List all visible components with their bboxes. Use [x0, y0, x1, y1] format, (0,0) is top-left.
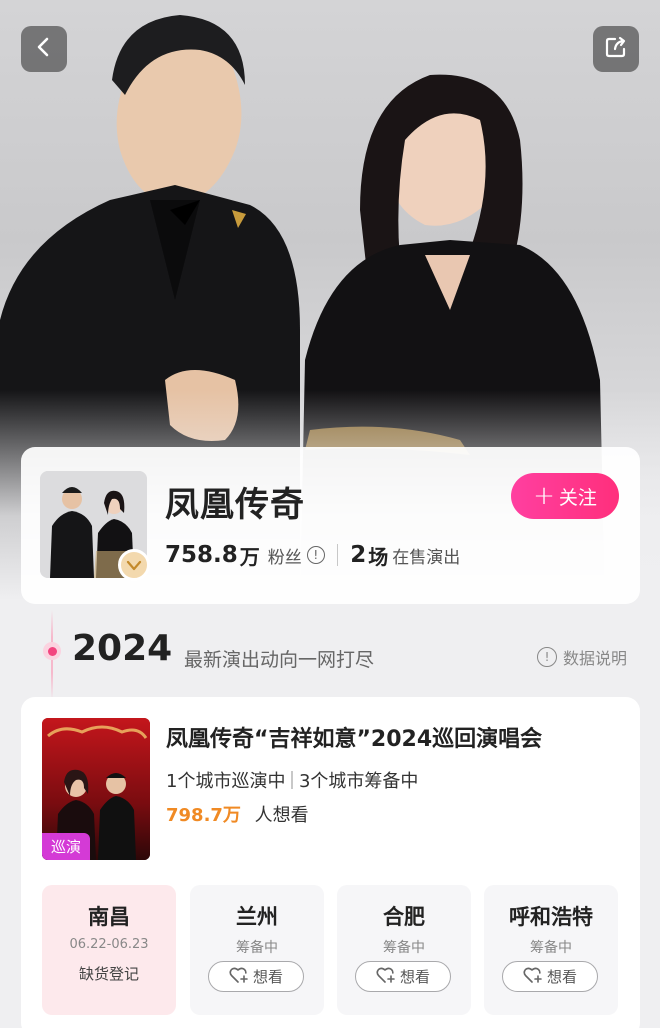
want-button-label: 想看 — [546, 968, 577, 986]
want-button-label: 想看 — [252, 968, 283, 986]
city-status: 缺货登记 — [78, 965, 139, 983]
city-card-hefei[interactable]: 合肥 筹备中 想看 — [337, 885, 471, 1015]
share-button[interactable] — [593, 26, 639, 72]
back-button[interactable] — [21, 26, 67, 72]
follow-button[interactable]: + 关注 — [511, 473, 619, 519]
city-card-lanzhou[interactable]: 兰州 筹备中 想看 — [190, 885, 324, 1015]
info-icon[interactable]: ! — [306, 546, 325, 564]
fans-count: 758.8 — [165, 542, 238, 568]
want-button-label: 想看 — [399, 968, 430, 986]
want-to-see-button[interactable]: 想看 — [208, 961, 304, 992]
info-icon: ! — [537, 647, 557, 667]
stats-divider — [336, 544, 339, 566]
artist-stats: 758.8 万 粉丝 ! 2 场 在售演出 — [165, 539, 460, 571]
verified-badge-icon — [118, 549, 150, 581]
chevron-left-icon — [33, 36, 55, 62]
share-icon — [603, 34, 629, 64]
city-status: 筹备中 — [530, 940, 572, 956]
city-card-nanchang[interactable]: 南昌 06.22-06.23 缺货登记 — [42, 885, 176, 1015]
artist-avatar[interactable] — [40, 471, 150, 581]
shows-count: 2 — [350, 542, 367, 568]
city-name: 南昌 — [88, 905, 130, 929]
heart-plus-icon — [229, 966, 249, 988]
tour-title[interactable]: 凤凰传奇“吉祥如意”2024巡回演唱会 — [166, 721, 542, 753]
want-count: 798.7万 — [166, 805, 241, 826]
tour-want-summary: 798.7万 人想看 — [166, 801, 309, 827]
timeline-dot — [43, 642, 61, 660]
cities-preparing: 3个城市筹备中 — [298, 771, 419, 792]
city-card-hohhot[interactable]: 呼和浩特 筹备中 想看 — [484, 885, 618, 1015]
tour-card[interactable]: 巡演 凤凰传奇“吉祥如意”2024巡回演唱会 1个城市巡演中 3个城市筹备中 7… — [21, 697, 640, 1028]
tour-cities-summary: 1个城市巡演中 3个城市筹备中 — [166, 767, 418, 793]
want-label: 人想看 — [254, 805, 309, 826]
city-date: 06.22-06.23 — [69, 937, 149, 952]
fans-label: 粉丝 — [267, 547, 302, 568]
want-to-see-button[interactable]: 想看 — [355, 961, 451, 992]
data-note-label: 数据说明 — [563, 649, 628, 668]
heart-plus-icon — [523, 966, 543, 988]
shows-unit: 场 — [368, 544, 389, 569]
plus-icon: + — [533, 481, 555, 511]
artist-info-card: 凤凰传奇 + 关注 758.8 万 粉丝 ! 2 场 在售演出 — [21, 447, 640, 604]
want-to-see-button[interactable]: 想看 — [502, 961, 598, 992]
shows-label[interactable]: 在售演出 — [392, 543, 460, 568]
data-note-button[interactable]: ! 数据说明 — [537, 645, 627, 669]
fans-unit: 万 — [239, 544, 260, 569]
tour-poster[interactable]: 巡演 — [42, 718, 150, 860]
follow-label: 关注 — [558, 486, 597, 509]
year-label: 2024 — [72, 628, 173, 669]
tour-tag: 巡演 — [42, 833, 91, 860]
city-status: 筹备中 — [236, 940, 278, 956]
heart-plus-icon — [376, 966, 396, 988]
artist-name: 凤凰传奇 — [165, 485, 305, 525]
year-subtitle: 最新演出动向一网打尽 — [184, 649, 375, 671]
city-status: 筹备中 — [383, 940, 425, 956]
cities-touring: 1个城市巡演中 — [166, 771, 286, 792]
cities-divider — [291, 771, 293, 789]
city-name: 呼和浩特 — [509, 905, 593, 929]
city-name: 兰州 — [236, 905, 278, 929]
city-name: 合肥 — [383, 905, 425, 929]
